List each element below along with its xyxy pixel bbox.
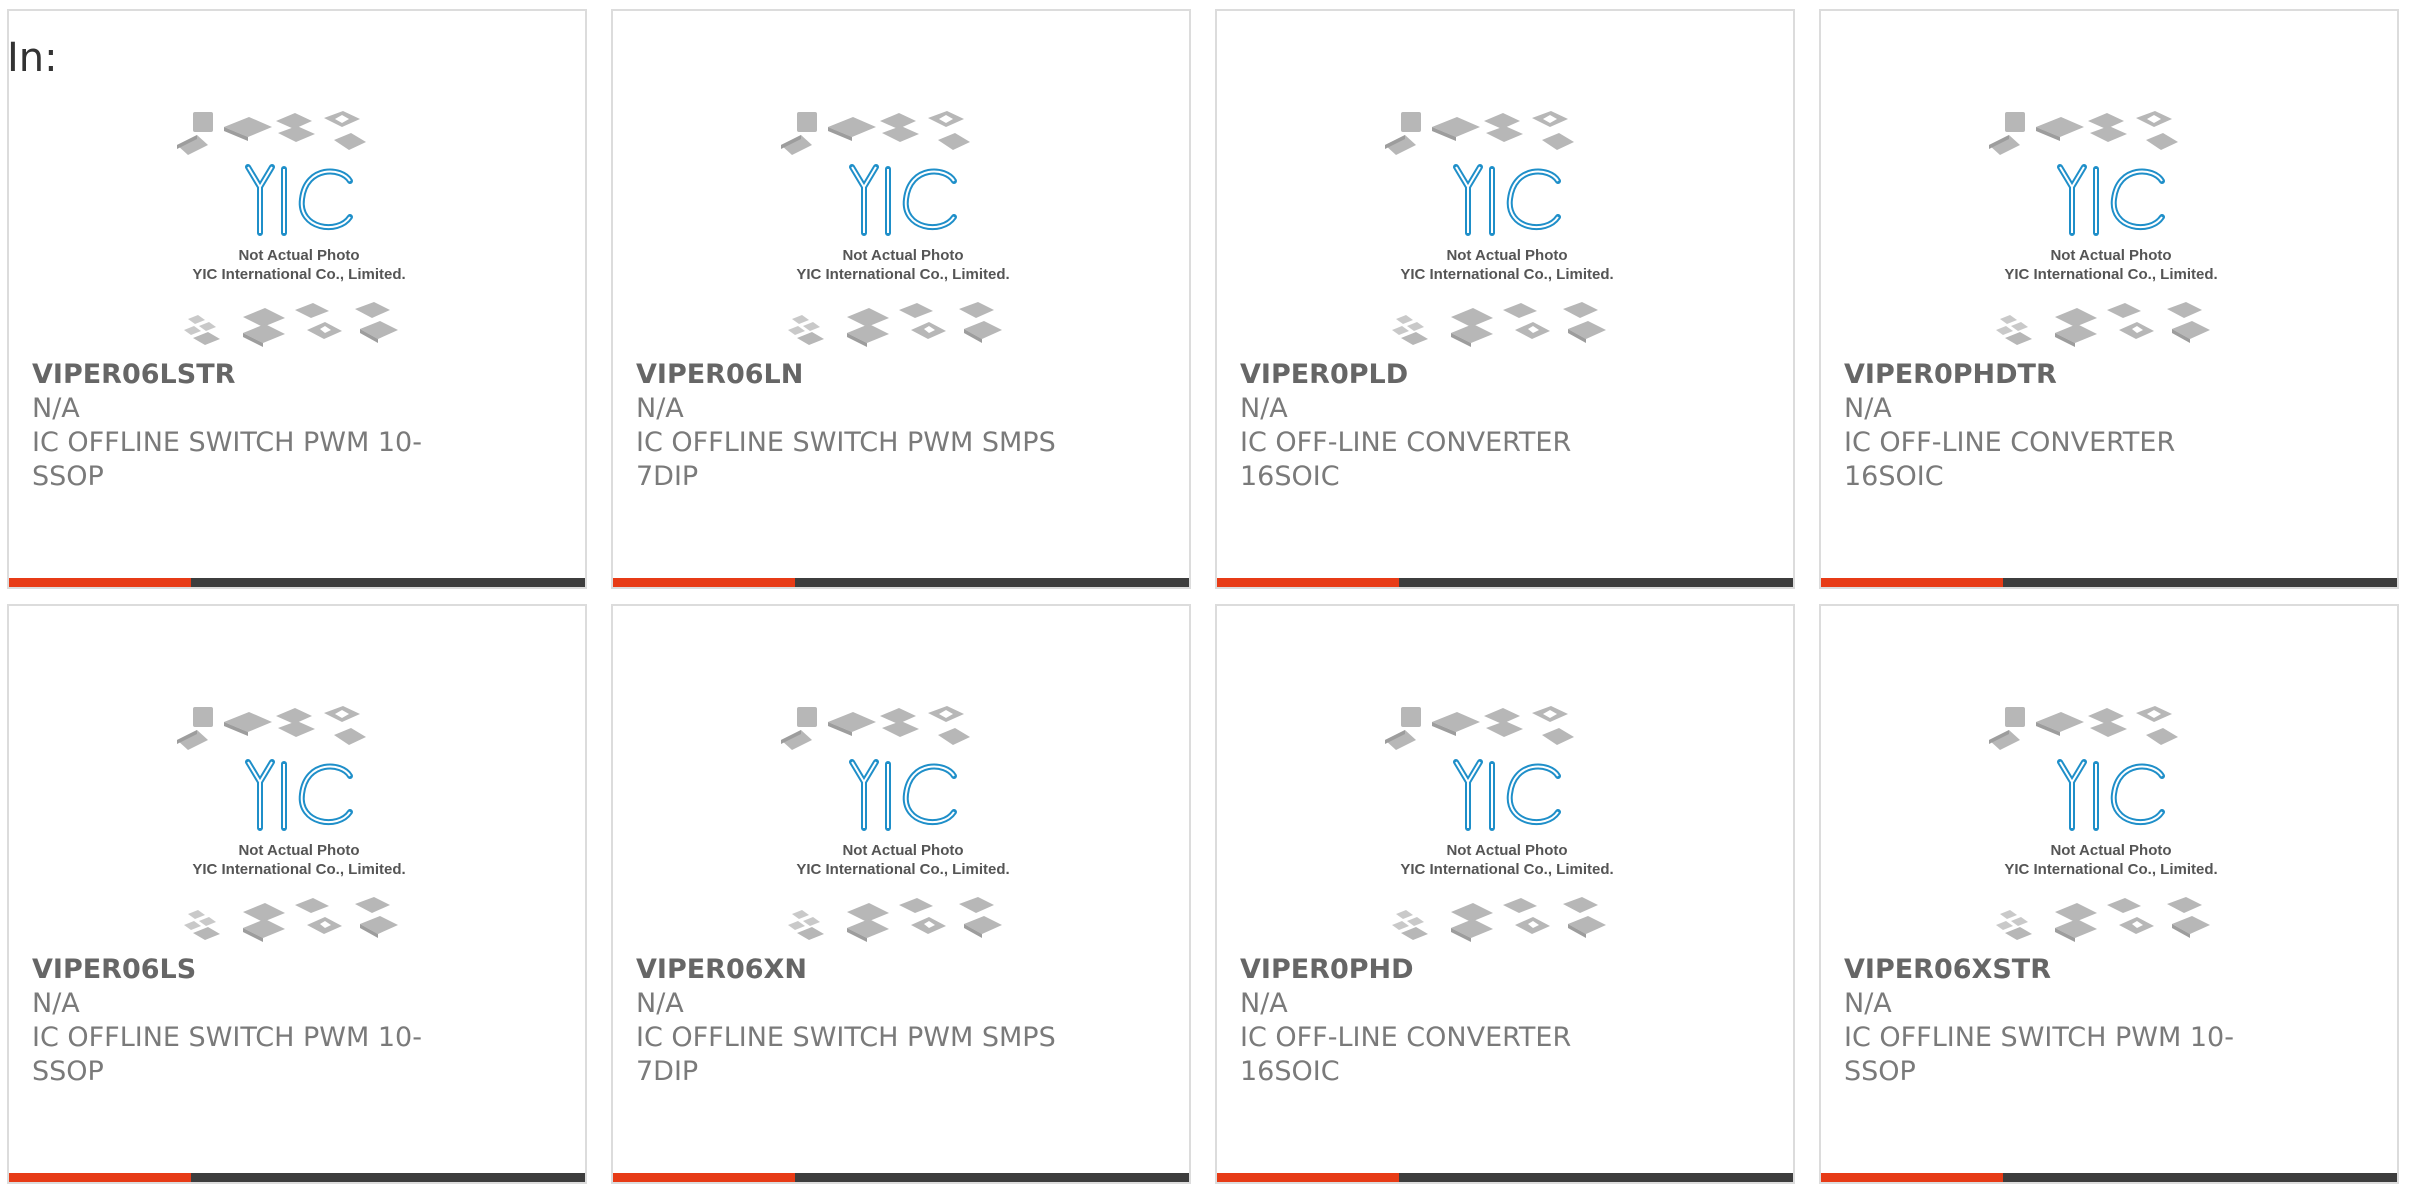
part-number[interactable]: VIPER0PLD — [1240, 358, 1660, 392]
accent-bar — [1821, 578, 2397, 587]
accent-bar — [9, 1173, 585, 1182]
yic-placeholder-icon: Not Actual Photo YIC International Co., L… — [177, 706, 406, 942]
manufacturer: N/A — [1240, 393, 1288, 424]
accent-bar — [9, 578, 585, 587]
svg-text:Not Actual Photo: Not Actual Photo — [1446, 842, 1567, 859]
part-number[interactable]: VIPER06LSTR — [32, 358, 452, 392]
part-number[interactable]: VIPER0PHD — [1240, 953, 1660, 987]
yic-placeholder-icon: Not Actual Photo YIC International Co., L… — [1989, 706, 2218, 942]
product-info: VIPER06XN N/A IC OFFLINE SWITCH PWM SMPS… — [636, 953, 1056, 1089]
product-image: Not Actual Photo YIC International Co., L… — [164, 99, 434, 349]
product-image: Not Actual Photo YIC International Co., L… — [1976, 694, 2246, 944]
yic-placeholder-icon: Not Actual Photo YIC International Co., L… — [1989, 111, 2218, 347]
svg-text:Not Actual Photo: Not Actual Photo — [842, 842, 963, 859]
product-card[interactable]: Not Actual Photo YIC International Co., L… — [7, 604, 587, 1184]
product-info: VIPER0PLD N/A IC OFF-LINE CONVERTER 16SO… — [1240, 358, 1660, 494]
manufacturer: N/A — [32, 393, 80, 424]
description: IC OFF-LINE CONVERTER 16SOIC — [1844, 427, 2176, 492]
accent-bar — [1217, 578, 1793, 587]
part-number[interactable]: VIPER06XN — [636, 953, 1056, 987]
manufacturer: N/A — [636, 988, 684, 1019]
product-card[interactable]: Not Actual Photo YIC International Co., L… — [1215, 9, 1795, 589]
accent-bar — [613, 578, 1189, 587]
svg-text:Not Actual Photo: Not Actual Photo — [842, 247, 963, 264]
product-card[interactable]: Not Actual Photo YIC International Co., L… — [1819, 9, 2399, 589]
manufacturer: N/A — [32, 988, 80, 1019]
accent-segment — [613, 578, 795, 587]
product-info: VIPER0PHDTR N/A IC OFF-LINE CONVERTER 16… — [1844, 358, 2264, 494]
description: IC OFF-LINE CONVERTER 16SOIC — [1240, 427, 1572, 492]
product-info: VIPER06XSTR N/A IC OFFLINE SWITCH PWM 10… — [1844, 953, 2264, 1089]
product-image: Not Actual Photo YIC International Co., L… — [1976, 99, 2246, 349]
accent-segment — [1217, 1173, 1399, 1182]
description: IC OFF-LINE CONVERTER 16SOIC — [1240, 1022, 1572, 1087]
accent-segment — [1217, 578, 1399, 587]
svg-text:YIC International Co., Limited: YIC International Co., Limited. — [192, 861, 405, 878]
svg-text:YIC International Co., Limited: YIC International Co., Limited. — [192, 266, 405, 283]
in-label: In: — [7, 35, 58, 81]
accent-segment — [1821, 578, 2003, 587]
product-image: Not Actual Photo YIC International Co., L… — [768, 694, 1038, 944]
manufacturer: N/A — [1844, 393, 1892, 424]
product-info: VIPER06LS N/A IC OFFLINE SWITCH PWM 10-S… — [32, 953, 452, 1089]
svg-text:YIC International Co., Limited: YIC International Co., Limited. — [2004, 861, 2217, 878]
accent-bar — [1821, 1173, 2397, 1182]
product-image: Not Actual Photo YIC International Co., L… — [768, 99, 1038, 349]
svg-text:YIC International Co., Limited: YIC International Co., Limited. — [1400, 861, 1613, 878]
product-card[interactable]: Not Actual Photo YIC International Co., L… — [611, 604, 1191, 1184]
yic-placeholder-icon: Not Actual Photo YIC International Co., L… — [781, 706, 1010, 942]
yic-placeholder-icon: Not Actual Photo YIC International Co., L… — [1385, 111, 1614, 347]
description: IC OFFLINE SWITCH PWM SMPS 7DIP — [636, 427, 1056, 492]
product-image: Not Actual Photo YIC International Co., L… — [1372, 99, 1642, 349]
product-info: VIPER0PHD N/A IC OFF-LINE CONVERTER 16SO… — [1240, 953, 1660, 1089]
product-card[interactable]: Not Actual Photo YIC International Co., L… — [611, 9, 1191, 589]
yic-placeholder-icon: Not Actual Photo YIC International Co., L… — [177, 111, 406, 347]
svg-text:YIC International Co., Limited: YIC International Co., Limited. — [796, 266, 1009, 283]
svg-text:YIC International Co., Limited: YIC International Co., Limited. — [796, 861, 1009, 878]
svg-text:YIC International Co., Limited: YIC International Co., Limited. — [1400, 266, 1613, 283]
svg-text:Not Actual Photo: Not Actual Photo — [2050, 247, 2171, 264]
manufacturer: N/A — [1844, 988, 1892, 1019]
svg-text:Not Actual Photo: Not Actual Photo — [1446, 247, 1567, 264]
svg-text:Not Actual Photo: Not Actual Photo — [2050, 842, 2171, 859]
part-number[interactable]: VIPER06LS — [32, 953, 452, 987]
accent-bar — [1217, 1173, 1793, 1182]
yic-placeholder-icon: Not Actual Photo YIC International Co., L… — [781, 111, 1010, 347]
svg-text:Not Actual Photo: Not Actual Photo — [238, 247, 359, 264]
manufacturer: N/A — [1240, 988, 1288, 1019]
product-card[interactable]: Not Actual Photo YIC International Co., L… — [1215, 604, 1795, 1184]
svg-text:YIC International Co., Limited: YIC International Co., Limited. — [2004, 266, 2217, 283]
svg-text:Not Actual Photo: Not Actual Photo — [238, 842, 359, 859]
description: IC OFFLINE SWITCH PWM 10-SSOP — [32, 1022, 422, 1087]
product-info: VIPER06LSTR N/A IC OFFLINE SWITCH PWM 10… — [32, 358, 452, 494]
product-card[interactable]: Not Actual Photo YIC International Co., L… — [1819, 604, 2399, 1184]
accent-segment — [1821, 1173, 2003, 1182]
product-grid: Not Actual Photo YIC International Co., L… — [7, 9, 2399, 1184]
description: IC OFFLINE SWITCH PWM 10-SSOP — [32, 427, 422, 492]
product-card[interactable]: Not Actual Photo YIC International Co., L… — [7, 9, 587, 589]
accent-segment — [9, 578, 191, 587]
part-number[interactable]: VIPER06XSTR — [1844, 953, 2264, 987]
accent-bar — [613, 1173, 1189, 1182]
yic-placeholder-icon: Not Actual Photo YIC International Co., L… — [1385, 706, 1614, 942]
accent-segment — [613, 1173, 795, 1182]
description: IC OFFLINE SWITCH PWM 10-SSOP — [1844, 1022, 2234, 1087]
product-info: VIPER06LN N/A IC OFFLINE SWITCH PWM SMPS… — [636, 358, 1056, 494]
description: IC OFFLINE SWITCH PWM SMPS 7DIP — [636, 1022, 1056, 1087]
product-image: Not Actual Photo YIC International Co., L… — [1372, 694, 1642, 944]
accent-segment — [9, 1173, 191, 1182]
part-number[interactable]: VIPER0PHDTR — [1844, 358, 2264, 392]
product-image: Not Actual Photo YIC International Co., L… — [164, 694, 434, 944]
part-number[interactable]: VIPER06LN — [636, 358, 1056, 392]
manufacturer: N/A — [636, 393, 684, 424]
